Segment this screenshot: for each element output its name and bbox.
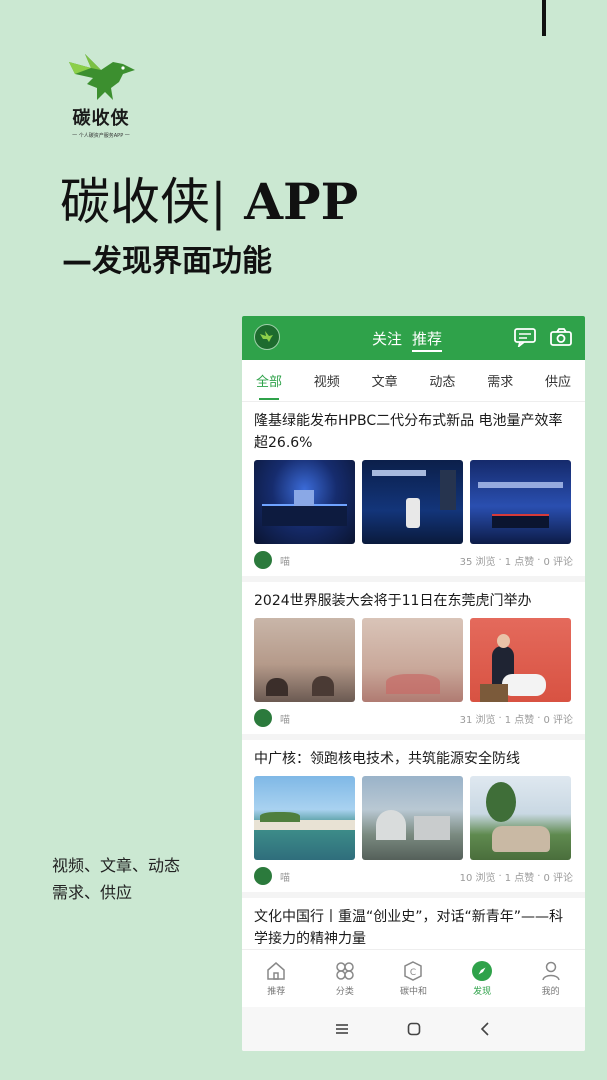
view-count: 31 浏览 xyxy=(459,714,496,726)
category-video[interactable]: 视频 xyxy=(314,371,340,390)
header-actions xyxy=(513,327,573,347)
nav-label: 推荐 xyxy=(267,987,286,997)
post-image-plant[interactable] xyxy=(362,776,463,860)
post-title[interactable]: 隆基绿能发布HPBC二代分布式新品 电池量产效率超26.6% xyxy=(254,410,573,454)
meta-separator: · xyxy=(498,554,502,566)
dragon-mini-icon xyxy=(260,331,273,342)
nav-label: 发现 xyxy=(473,987,492,997)
tab-recommend[interactable]: 推荐 xyxy=(412,328,443,352)
feature-line-1: 视频、文章、动态 xyxy=(52,856,181,875)
user-icon xyxy=(540,960,562,982)
svg-text:C: C xyxy=(410,968,416,978)
category-dynamic[interactable]: 动态 xyxy=(429,371,455,390)
top-divider xyxy=(542,0,546,36)
home-square-icon[interactable] xyxy=(406,1021,422,1037)
post-image-stone[interactable] xyxy=(470,776,571,860)
category-tabs: 全部 视频 文章 动态 需求 供应 xyxy=(242,360,585,402)
header-tabs: 关注 推荐 xyxy=(372,328,443,352)
category-demand[interactable]: 需求 xyxy=(487,371,513,390)
hero-title-app: APP xyxy=(226,172,359,231)
like-count: 1 点赞 xyxy=(504,556,535,568)
compass-icon xyxy=(471,960,493,982)
tab-follow[interactable]: 关注 xyxy=(372,328,402,352)
comment-count: 0 评论 xyxy=(543,556,573,568)
message-icon[interactable] xyxy=(513,327,537,347)
feed-card[interactable]: 隆基绿能发布HPBC二代分布式新品 电池量产效率超26.6% 喵 35 浏览 ·… xyxy=(242,402,585,582)
comment-count: 0 评论 xyxy=(543,714,573,726)
post-title[interactable]: 中广核：领跑核电技术，共筑能源安全防线 xyxy=(254,748,573,770)
view-count: 35 浏览 xyxy=(459,556,496,568)
meta-separator: · xyxy=(537,554,541,566)
post-title[interactable]: 2024世界服装大会将于11日在东莞虎门举办 xyxy=(254,590,573,612)
nav-category[interactable]: 分类 xyxy=(320,960,370,997)
post-image-exhibit[interactable] xyxy=(254,618,355,702)
author-name[interactable]: 喵 xyxy=(280,553,460,568)
hero-title: 碳收侠| APP xyxy=(60,172,358,232)
feed-card[interactable]: 文化中国行丨重温“创业史”，对话“新青年”——科学接力的精神力量 xyxy=(242,898,585,949)
post-image-fabric[interactable] xyxy=(362,618,463,702)
post-meta: 喵 31 浏览 · 1 点赞 · 0 评论 xyxy=(254,702,573,734)
brand-logo: 碳收侠 一 个人碳资产服务APP 一 xyxy=(56,48,146,139)
home-icon xyxy=(265,960,287,982)
post-meta: 喵 10 浏览 · 1 点赞 · 0 评论 xyxy=(254,860,573,892)
category-article[interactable]: 文章 xyxy=(372,371,398,390)
menu-icon[interactable] xyxy=(334,1021,350,1037)
category-supply[interactable]: 供应 xyxy=(545,371,571,390)
feed-list: 隆基绿能发布HPBC二代分布式新品 电池量产效率超26.6% 喵 35 浏览 ·… xyxy=(242,402,585,949)
camera-icon[interactable] xyxy=(549,327,573,347)
nav-discover[interactable]: 发现 xyxy=(457,960,507,997)
post-images xyxy=(254,776,573,860)
post-image-coast[interactable] xyxy=(254,776,355,860)
post-meta: 喵 35 浏览 · 1 点赞 · 0 评论 xyxy=(254,544,573,576)
like-count: 1 点赞 xyxy=(504,714,535,726)
system-nav-bar xyxy=(242,1007,585,1051)
nav-label: 分类 xyxy=(335,987,354,997)
meta-separator: · xyxy=(537,712,541,724)
logo-tagline: 一 个人碳资产服务APP 一 xyxy=(72,133,130,139)
like-count: 1 点赞 xyxy=(504,872,535,884)
carbon-icon: C xyxy=(402,960,424,982)
post-image-stage[interactable] xyxy=(254,460,355,544)
nav-profile[interactable]: 我的 xyxy=(526,960,576,997)
grid-icon xyxy=(334,960,356,982)
post-image-podium[interactable] xyxy=(470,618,571,702)
profile-avatar[interactable] xyxy=(254,324,280,350)
hero-subtitle: —发现界面功能 xyxy=(62,244,272,279)
back-icon[interactable] xyxy=(478,1021,494,1037)
feed-card[interactable]: 中广核：领跑核电技术，共筑能源安全防线 喵 10 浏览 · 1 点赞 · 0 评… xyxy=(242,740,585,898)
nav-recommend[interactable]: 推荐 xyxy=(251,960,301,997)
post-image-launch[interactable] xyxy=(470,460,571,544)
comment-count: 0 评论 xyxy=(543,872,573,884)
author-name[interactable]: 喵 xyxy=(280,711,460,726)
feed-card[interactable]: 2024世界服装大会将于11日在东莞虎门举办 喵 31 浏览 · 1 点赞 · … xyxy=(242,582,585,740)
post-image-speaker[interactable] xyxy=(362,460,463,544)
author-avatar[interactable] xyxy=(254,709,272,727)
author-name[interactable]: 喵 xyxy=(280,869,460,884)
view-count: 10 浏览 xyxy=(459,872,496,884)
hero-title-main: 碳收侠| xyxy=(60,173,227,231)
phone-screen: 关注 推荐 全部 视频 文章 动态 需求 供应 隆基绿能发布HPBC二代分布式新… xyxy=(242,316,585,1051)
meta-separator: · xyxy=(498,712,502,724)
nav-carbon[interactable]: C 碳中和 xyxy=(388,960,438,997)
post-images xyxy=(254,618,573,702)
meta-separator: · xyxy=(498,870,502,882)
dragon-logo-icon xyxy=(69,54,135,100)
post-images xyxy=(254,460,573,544)
logo-wordmark: 碳收侠 xyxy=(72,108,130,129)
post-title[interactable]: 文化中国行丨重温“创业史”，对话“新青年”——科学接力的精神力量 xyxy=(254,906,573,949)
nav-label: 我的 xyxy=(541,987,560,997)
meta-separator: · xyxy=(537,870,541,882)
category-all[interactable]: 全部 xyxy=(256,371,282,400)
author-avatar[interactable] xyxy=(254,551,272,569)
app-header: 关注 推荐 xyxy=(242,316,585,360)
author-avatar[interactable] xyxy=(254,867,272,885)
feature-list: 视频、文章、动态 需求、供应 xyxy=(52,852,180,906)
bottom-nav: 推荐 分类 C 碳中和 发现 我的 xyxy=(242,949,585,1007)
feature-line-2: 需求、供应 xyxy=(52,883,133,902)
nav-label: 碳中和 xyxy=(399,987,427,997)
